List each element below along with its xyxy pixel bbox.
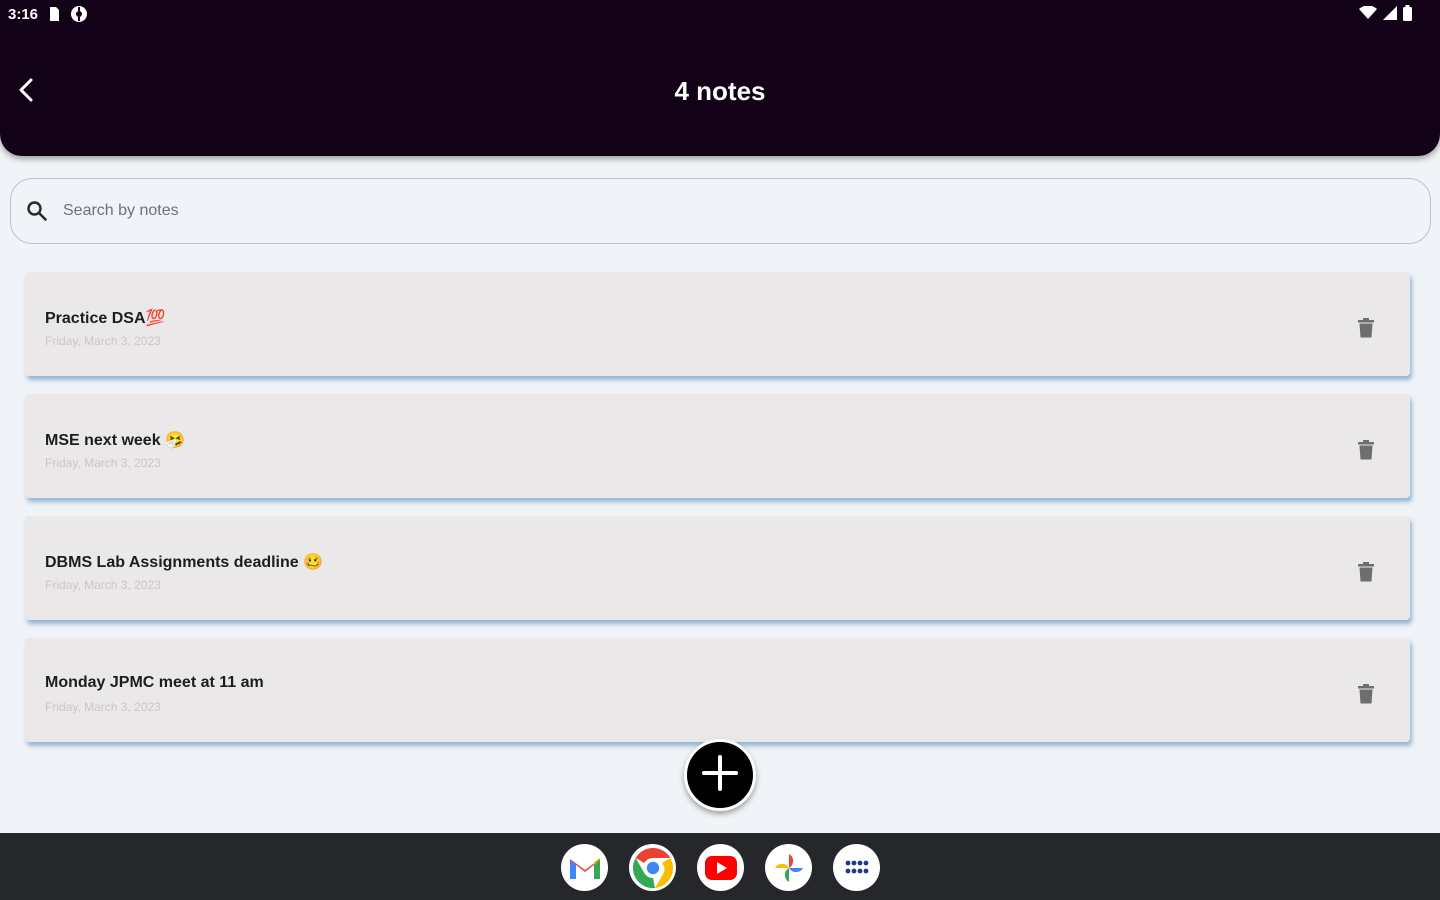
plus-icon <box>700 753 740 798</box>
note-card[interactable]: MSE next week 🤧 Friday, March 3, 2023 <box>25 394 1410 498</box>
trash-icon <box>1358 439 1374 465</box>
search-bar[interactable] <box>10 178 1431 244</box>
delete-note-button[interactable] <box>1350 314 1382 346</box>
taskbar-dock <box>0 833 1440 900</box>
status-time: 3:16 <box>8 6 39 23</box>
note-date: Friday, March 3, 2023 <box>45 334 161 348</box>
gmail-icon[interactable] <box>561 844 608 891</box>
trash-icon <box>1358 683 1374 709</box>
note-title: DBMS Lab Assignments deadline 🥴 <box>45 554 324 571</box>
battery-icon <box>1403 5 1412 26</box>
note-title: Practice DSA💯 <box>45 310 166 327</box>
delete-note-button[interactable] <box>1350 680 1382 712</box>
trash-icon <box>1358 317 1374 343</box>
app-drawer-icon[interactable] <box>833 844 880 891</box>
search-icon <box>25 199 49 223</box>
note-date: Friday, March 3, 2023 <box>45 456 161 470</box>
trash-icon <box>1358 561 1374 587</box>
signal-icon <box>1383 6 1397 25</box>
notes-screen: 3:16 4 notes Search by notes Practice DS… <box>0 0 1440 900</box>
wifi-icon <box>1359 5 1377 25</box>
delete-note-button[interactable] <box>1350 558 1382 590</box>
note-date: Friday, March 3, 2023 <box>45 700 161 714</box>
note-title: MSE next week 🤧 <box>45 432 185 449</box>
page-title: 4 notes <box>674 76 766 106</box>
youtube-icon[interactable] <box>697 844 744 891</box>
note-card[interactable]: Monday JPMC meet at 11 am Friday, March … <box>25 638 1410 742</box>
notes-list: Practice DSA💯 Friday, March 3, 2023 MSE … <box>25 272 1410 760</box>
app-bar: 3:16 4 notes <box>0 0 1440 156</box>
delete-note-button[interactable] <box>1350 436 1382 468</box>
note-date: Friday, March 3, 2023 <box>45 578 161 592</box>
search-input[interactable] <box>63 193 1403 229</box>
status-left-icons <box>48 5 88 28</box>
settings-circle-icon <box>70 5 88 28</box>
dock-apps <box>561 844 880 891</box>
sim-card-icon <box>48 6 60 27</box>
note-title: Monday JPMC meet at 11 am <box>45 674 264 691</box>
photos-icon[interactable] <box>765 844 812 891</box>
status-right-icons <box>1359 5 1412 26</box>
chrome-icon[interactable] <box>629 844 676 891</box>
note-card[interactable]: Practice DSA💯 Friday, March 3, 2023 <box>25 272 1410 376</box>
add-note-button[interactable] <box>684 739 756 811</box>
note-card[interactable]: DBMS Lab Assignments deadline 🥴 Friday, … <box>25 516 1410 620</box>
